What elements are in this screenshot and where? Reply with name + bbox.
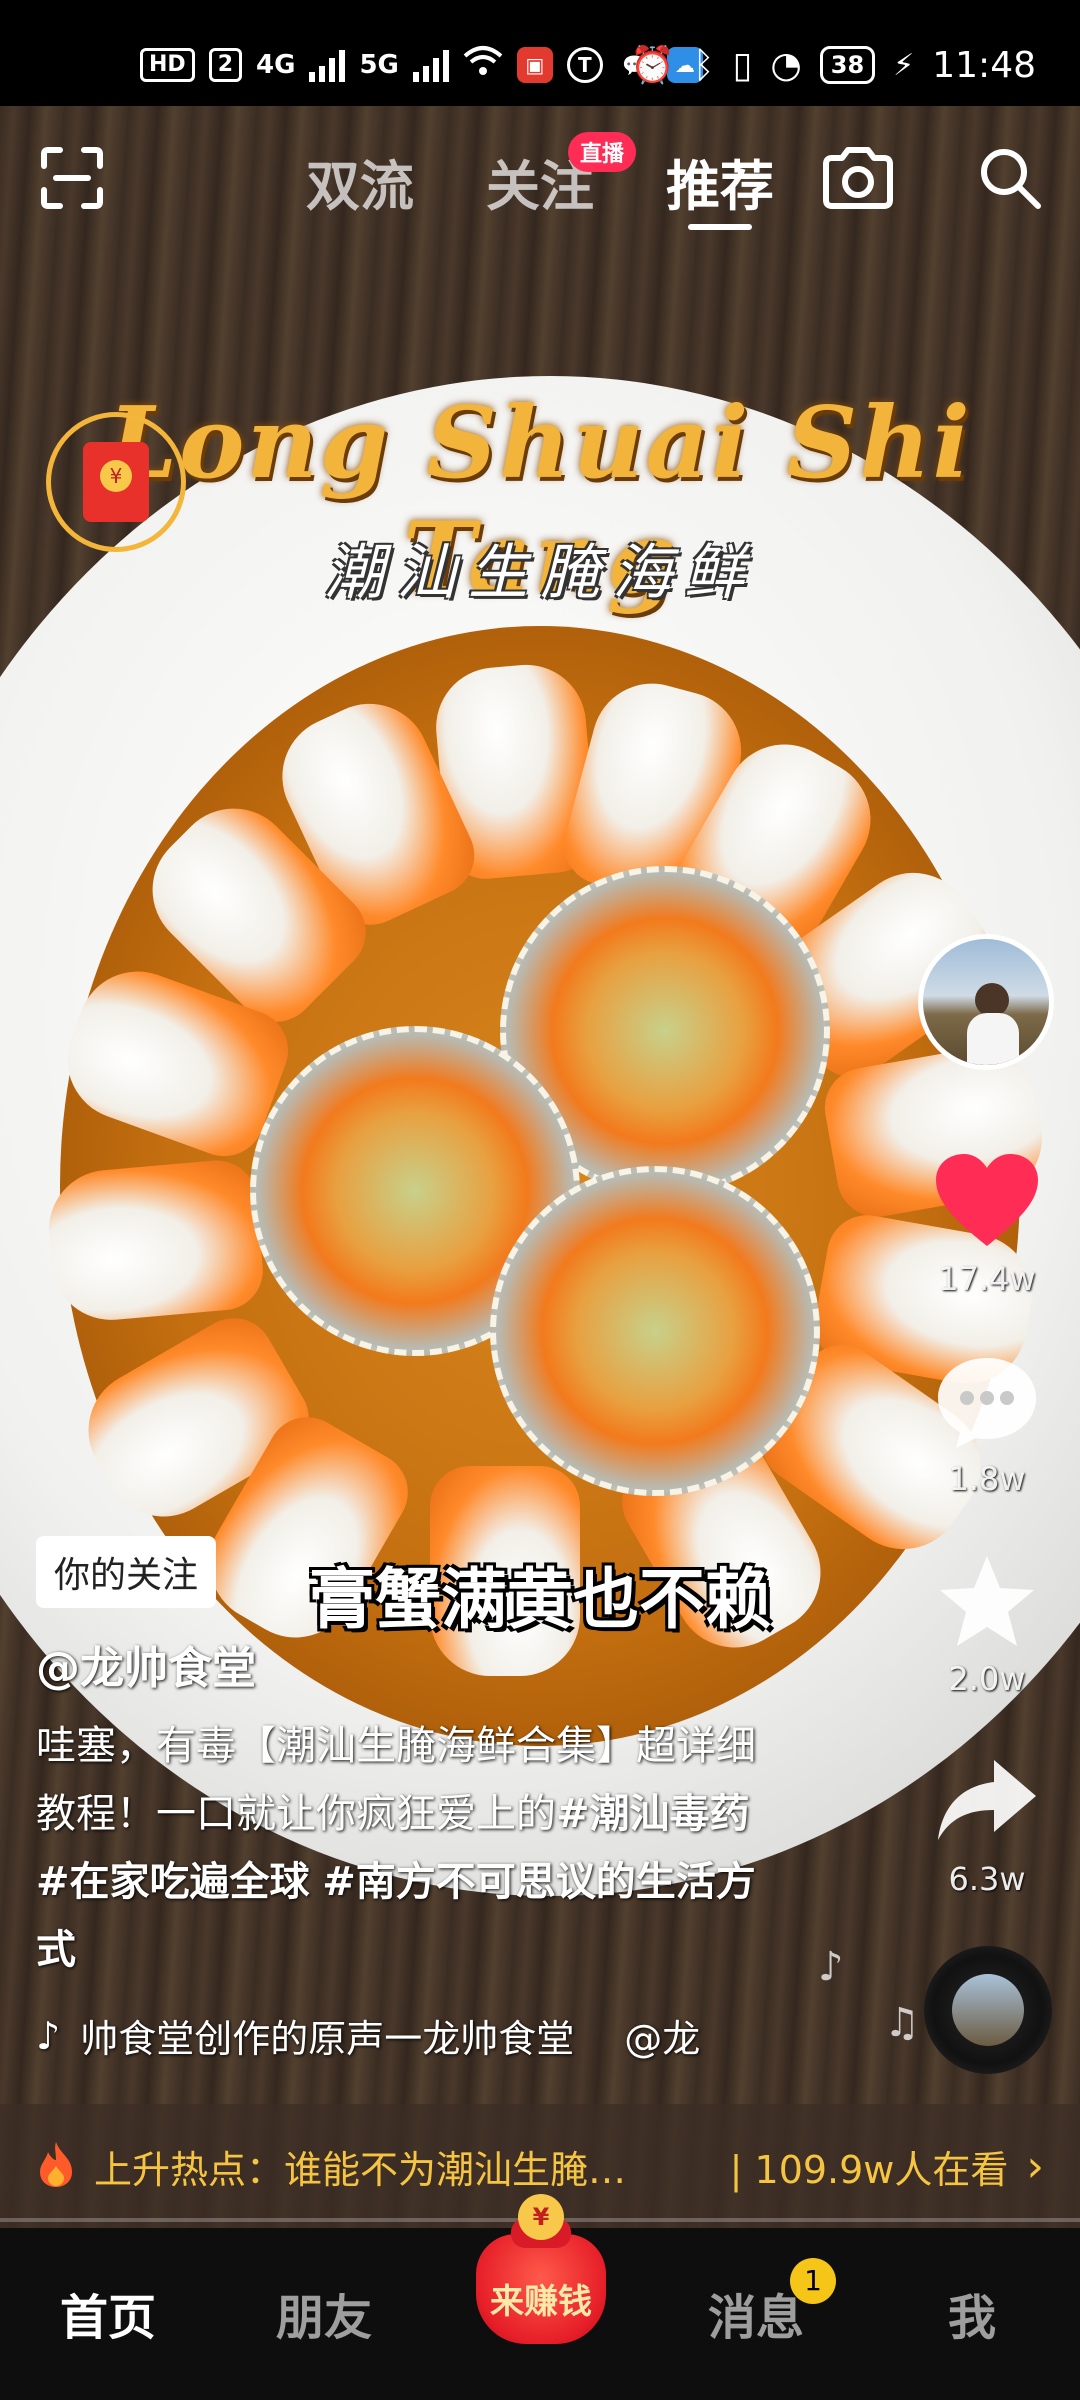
viewer-count: | 109.9w人在看 [729,2147,1009,2192]
share-button[interactable]: 6.3w [922,1752,1052,1898]
bottom-nav: 首页 朋友 ¥ 来赚钱 消息 1 我 [0,2194,1080,2400]
active-tab-indicator [688,224,752,230]
favorite-button[interactable]: 2.0w [922,1552,1052,1698]
app-notification-icon: ▣ [516,46,553,83]
speed-icon: ◔ [770,44,802,86]
clock: 11:48 [932,44,1036,86]
favorite-count: 2.0w [948,1660,1026,1698]
battery-icon: 38 [819,46,876,84]
vibrate-icon: ▯ [732,44,753,86]
bluetooth-icon: ᛒ [692,44,715,86]
floating-note-icon: ♪ [818,1944,844,1990]
signal-icon-2 [412,48,449,82]
following-tag: 你的关注 [36,1536,217,1608]
coin-icon: ¥ [518,2194,564,2240]
network-5g-label: 5G [359,49,399,80]
wifi-icon [463,44,503,85]
nav-messages[interactable]: 消息 [708,2278,804,2348]
author-name[interactable]: @龙帅食堂 [36,1632,256,1696]
heart-icon [936,1154,1038,1246]
crab-shell [490,1166,820,1496]
video-subtitle-art: 潮汕生腌海鲜 [324,538,756,608]
share-count: 6.3w [948,1860,1026,1898]
camera-icon[interactable] [820,144,896,212]
signal-icon [309,48,346,82]
star-icon [940,1556,1034,1646]
sim-indicator: 2 [208,47,242,82]
alarm-icon: ⏰ [630,45,675,86]
t-app-icon: T [566,46,603,83]
nav-friends[interactable]: 朋友 [276,2278,372,2348]
like-count: 17.4w [938,1260,1036,1298]
comment-button[interactable]: 1.8w [922,1352,1052,1498]
red-envelope-icon: ¥ [83,442,149,522]
nav-home[interactable]: 首页 [60,2278,156,2348]
share-arrow-icon [938,1760,1036,1840]
floating-note-icon: ♫ [884,2000,920,2046]
hashtag[interactable]: #潮汕毒药 [556,1791,750,1837]
search-icon[interactable] [976,144,1044,212]
creator-avatar[interactable] [918,934,1054,1070]
music-line[interactable]: ♪ 帅食堂创作的原声一龙帅食堂 @龙 [36,2008,700,2063]
crab-piece [43,1157,267,1325]
hd-indicator: HD [140,47,195,82]
hashtag[interactable]: #在家吃遍全球 [36,1859,310,1905]
scan-icon[interactable] [38,144,106,212]
earn-money-button[interactable]: ¥ 来赚钱 [466,2194,616,2344]
tab-local[interactable]: 双流 [306,142,414,221]
chevron-right-icon: › [1026,2140,1044,2192]
red-envelope-button[interactable]: ¥ [46,412,186,552]
earn-label: 来赚钱 [490,2282,592,2322]
fire-icon [36,2140,76,2192]
status-bar: HD 2 4G 5G ▣ T 💬 ☁ ⏰ ᛒ ▯ ◔ 38 ⚡ 11:48 [0,0,1080,106]
music-note-icon: ♪ [36,2013,61,2058]
comment-count: 1.8w [948,1460,1026,1498]
charging-icon: ⚡ [893,47,915,83]
like-button[interactable]: 17.4w [922,1152,1052,1298]
post-description[interactable]: 哇塞，有毒【潮汕生腌海鲜合集】超详细教程！一口就让你疯狂爱上的#潮汕毒药 #在家… [36,1712,776,1984]
music-title: 帅食堂创作的原声一龙帅食堂 [80,2017,575,2061]
music-mention: @龙 [624,2017,701,2061]
message-badge: 1 [790,2258,836,2304]
live-badge[interactable]: 直播 [568,132,637,172]
comment-icon [938,1358,1036,1448]
tab-recommended[interactable]: 推荐 [666,142,774,221]
music-disc[interactable] [924,1946,1052,2074]
network-4g-label: 4G [256,49,296,80]
nav-me[interactable]: 我 [948,2278,996,2348]
trending-topic: 上升热点：谁能不为潮汕生腌… [94,2147,627,2192]
top-nav: 双流 关注 直播 推荐 [0,106,1080,246]
